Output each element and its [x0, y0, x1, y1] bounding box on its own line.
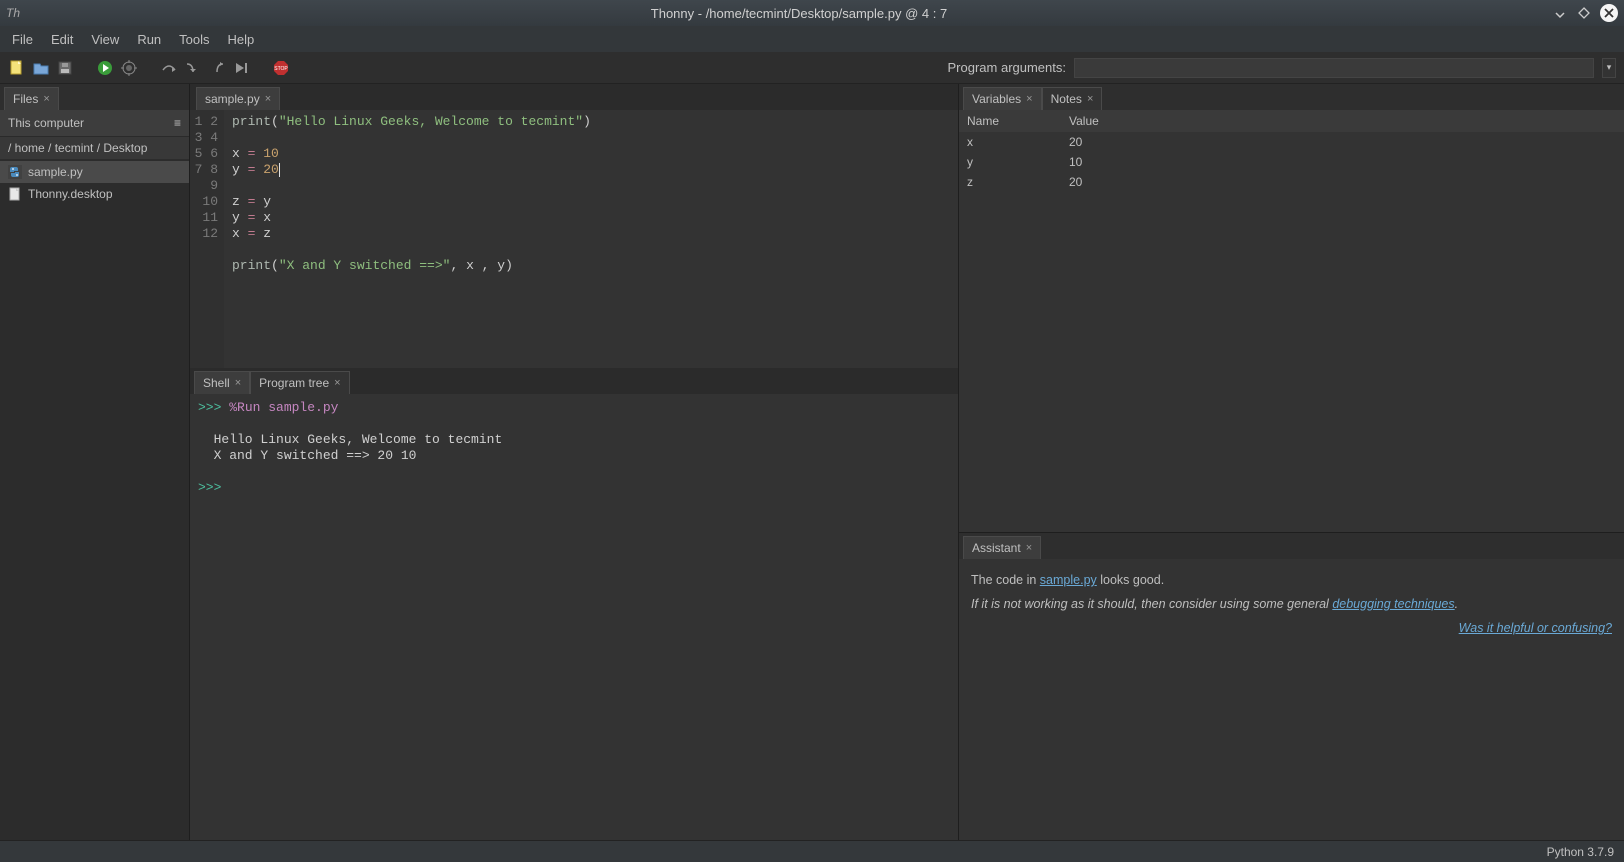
python-file-icon: [8, 165, 22, 179]
var-value: 10: [1069, 155, 1624, 169]
tab-notes-label: Notes: [1051, 92, 1082, 106]
variable-row[interactable]: y10: [959, 152, 1624, 172]
file-name: sample.py: [28, 165, 83, 179]
tab-editor-file[interactable]: sample.py ×: [196, 87, 280, 110]
tab-shell[interactable]: Shell ×: [194, 371, 250, 394]
editor-tab-label: sample.py: [205, 92, 260, 106]
assistant-body: The code in sample.py looks good. If it …: [959, 559, 1624, 840]
menu-run[interactable]: Run: [129, 29, 169, 50]
close-icon[interactable]: ×: [1026, 93, 1032, 105]
tab-notes[interactable]: Notes ×: [1042, 87, 1103, 110]
tab-assistant-label: Assistant: [972, 541, 1021, 555]
debug-icon[interactable]: [120, 59, 138, 77]
files-breadcrumb[interactable]: / home / tecmint / Desktop: [0, 137, 189, 159]
assistant-feedback-link[interactable]: Was it helpful or confusing?: [1459, 621, 1612, 635]
menu-bar: File Edit View Run Tools Help: [0, 26, 1624, 52]
resume-icon[interactable]: [232, 59, 250, 77]
file-icon: [8, 187, 22, 201]
program-args-label: Program arguments:: [948, 60, 1067, 75]
col-name: Name: [959, 114, 1069, 128]
menu-file[interactable]: File: [4, 29, 41, 50]
close-icon[interactable]: ×: [235, 377, 241, 389]
file-row[interactable]: Thonny.desktop: [0, 183, 189, 205]
app-short-label: Th: [6, 6, 46, 20]
code-content[interactable]: print("Hello Linux Geeks, Welcome to tec…: [224, 110, 958, 368]
files-location-header[interactable]: This computer ≡: [0, 110, 189, 137]
new-file-icon[interactable]: [8, 59, 26, 77]
menu-tools[interactable]: Tools: [171, 29, 217, 50]
step-over-icon[interactable]: [160, 59, 178, 77]
line-number-gutter: 1 2 3 4 5 6 7 8 9 10 11 12: [190, 110, 224, 368]
run-icon[interactable]: [96, 59, 114, 77]
variables-table: Name Value x20y10z20: [959, 110, 1624, 532]
open-file-icon[interactable]: [32, 59, 50, 77]
menu-edit[interactable]: Edit: [43, 29, 81, 50]
file-row[interactable]: sample.py: [0, 161, 189, 183]
close-icon[interactable]: ×: [334, 377, 340, 389]
tab-files-label: Files: [13, 92, 38, 106]
step-into-icon[interactable]: [184, 59, 202, 77]
var-name: x: [959, 135, 1069, 149]
window-title: Thonny - /home/tecmint/Desktop/sample.py…: [46, 6, 1552, 21]
tab-files[interactable]: Files ×: [4, 87, 59, 110]
menu-help[interactable]: Help: [220, 29, 263, 50]
var-name: y: [959, 155, 1069, 169]
col-value: Value: [1069, 114, 1624, 128]
shell-output[interactable]: >>> %Run sample.py Hello Linux Geeks, We…: [190, 394, 958, 840]
close-icon[interactable]: ×: [1026, 542, 1032, 554]
close-icon[interactable]: ×: [43, 93, 49, 105]
svg-text:STOP: STOP: [274, 66, 288, 72]
save-file-icon[interactable]: [56, 59, 74, 77]
python-version-label[interactable]: Python 3.7.9: [1547, 845, 1614, 859]
tab-program-tree[interactable]: Program tree ×: [250, 371, 349, 394]
close-icon[interactable]: [1600, 4, 1618, 22]
variables-header: Name Value: [959, 110, 1624, 132]
assistant-file-link[interactable]: sample.py: [1040, 573, 1097, 587]
status-bar: Python 3.7.9: [0, 840, 1624, 862]
files-panel: Files × This computer ≡ / home / tecmint…: [0, 84, 190, 840]
variable-row[interactable]: x20: [959, 132, 1624, 152]
var-value: 20: [1069, 135, 1624, 149]
tab-shell-label: Shell: [203, 376, 230, 390]
variable-row[interactable]: z20: [959, 172, 1624, 192]
menu-view[interactable]: View: [83, 29, 127, 50]
var-value: 20: [1069, 175, 1624, 189]
program-args-dropdown-icon[interactable]: ▾: [1602, 58, 1616, 78]
file-name: Thonny.desktop: [28, 187, 113, 201]
title-bar: Th Thonny - /home/tecmint/Desktop/sample…: [0, 0, 1624, 26]
tab-variables-label: Variables: [972, 92, 1021, 106]
close-icon[interactable]: ×: [265, 93, 271, 105]
program-args-input[interactable]: [1074, 58, 1594, 78]
hamburger-icon[interactable]: ≡: [174, 116, 181, 130]
stop-icon[interactable]: STOP: [272, 59, 290, 77]
maximize-icon[interactable]: [1576, 5, 1592, 21]
toolbar: STOP Program arguments: ▾: [0, 52, 1624, 84]
var-name: z: [959, 175, 1069, 189]
code-editor[interactable]: 1 2 3 4 5 6 7 8 9 10 11 12 print("Hello …: [190, 110, 958, 368]
close-icon[interactable]: ×: [1087, 93, 1093, 105]
minimize-icon[interactable]: [1552, 5, 1568, 21]
debugging-techniques-link[interactable]: debugging techniques: [1332, 597, 1454, 611]
step-out-icon[interactable]: [208, 59, 226, 77]
tab-assistant[interactable]: Assistant ×: [963, 536, 1041, 559]
tab-variables[interactable]: Variables ×: [963, 87, 1042, 110]
tab-program-tree-label: Program tree: [259, 376, 329, 390]
